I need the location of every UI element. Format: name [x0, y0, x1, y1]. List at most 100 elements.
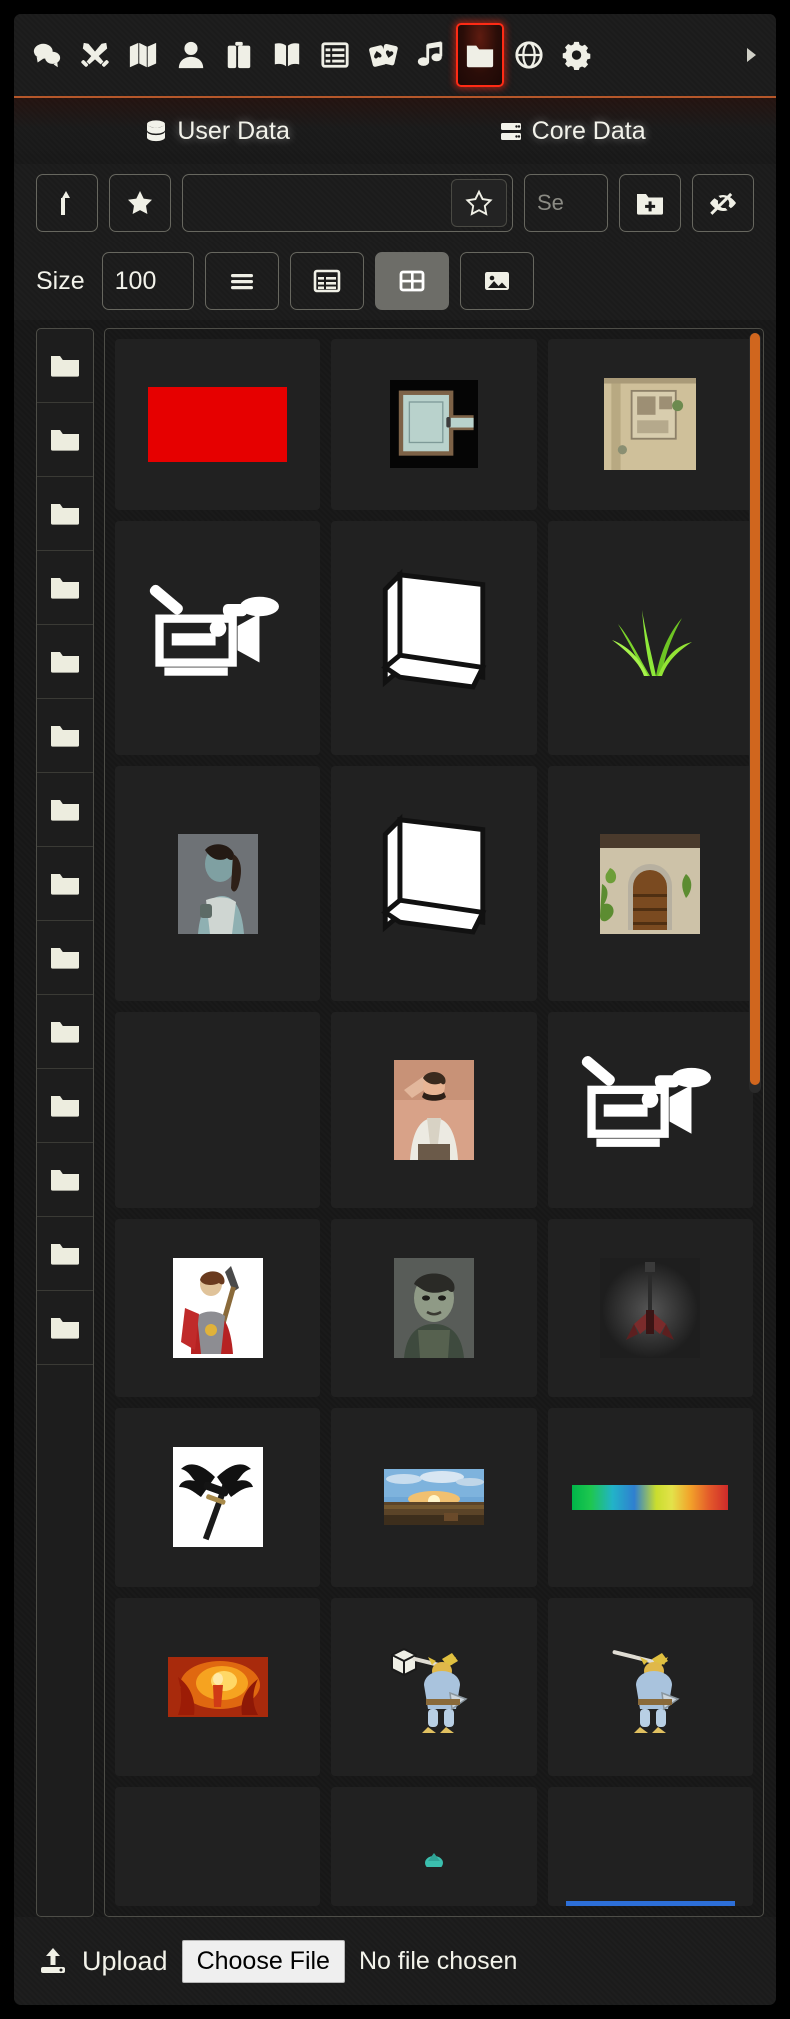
toggle-privacy-button[interactable] [692, 174, 754, 232]
knight-thumbnail [172, 1257, 263, 1358]
view-mode-list-button[interactable] [204, 252, 279, 310]
module-combat-icon[interactable] [72, 24, 118, 86]
module-cards-icon[interactable] [360, 24, 406, 86]
list-item[interactable] [37, 477, 93, 551]
source-tabs: User Data Core Data [14, 98, 776, 164]
view-mode-tiles-button[interactable] [374, 252, 449, 310]
database-icon [144, 119, 168, 143]
list-item[interactable] [37, 625, 93, 699]
list-item[interactable] [37, 1217, 93, 1291]
tile-color-gradient[interactable] [547, 1408, 753, 1587]
tile-town-map[interactable] [547, 339, 753, 510]
module-items-icon[interactable] [216, 24, 262, 86]
tile-row-partial-3[interactable] [547, 1787, 753, 1906]
tile-grass-tuft[interactable] [547, 520, 753, 756]
size-input[interactable] [101, 252, 194, 310]
list-item[interactable] [37, 995, 93, 1069]
add-favorite-button[interactable] [451, 179, 507, 227]
tile-fire-mage[interactable] [115, 1597, 321, 1777]
favorites-bar[interactable] [182, 174, 513, 232]
tile-row-partial-1[interactable] [115, 1787, 321, 1906]
parent-directory-button[interactable] [36, 174, 98, 232]
directory-list[interactable] [36, 328, 94, 1917]
file-grid-scrollbar[interactable] [749, 333, 761, 1093]
list-item[interactable] [37, 773, 93, 847]
choose-file-button[interactable]: Choose File [181, 1939, 345, 1983]
module-journal-icon[interactable] [264, 24, 310, 86]
tile-kobold-token-1[interactable] [331, 1597, 537, 1777]
tile-guitar[interactable] [547, 1218, 753, 1398]
module-globe-icon[interactable] [506, 24, 552, 86]
tile-book-placeholder-1[interactable] [331, 520, 537, 756]
half-orc-portrait-thumbnail [177, 833, 258, 934]
tile-knight-token[interactable] [115, 1218, 321, 1398]
search-input[interactable] [524, 174, 608, 232]
kobold-thumbnail [612, 1650, 680, 1734]
file-grid-scrollbar-thumb[interactable] [750, 333, 760, 1085]
human-portrait-thumbnail [393, 1059, 474, 1160]
folder-icon [51, 429, 79, 451]
arrow-up-icon [61, 191, 70, 215]
list-item[interactable] [37, 699, 93, 773]
new-folder-button[interactable] [619, 174, 681, 232]
file-status-label: No file chosen [358, 1946, 518, 1975]
grid-icon [399, 270, 425, 292]
list-item[interactable] [37, 329, 93, 403]
tile-kobold-token-2[interactable] [547, 1597, 753, 1777]
tile-orc-face-portrait[interactable] [331, 1218, 537, 1398]
module-scenes-icon[interactable] [120, 24, 166, 86]
browser-toolbar [14, 164, 776, 242]
view-mode-details-button[interactable] [289, 252, 364, 310]
module-gears-icon[interactable] [554, 24, 600, 86]
tile-video-placeholder-1[interactable] [115, 520, 321, 756]
server-icon [499, 119, 523, 143]
folder-icon [51, 947, 79, 969]
guitar-thumbnail [600, 1257, 701, 1358]
folder-icon [51, 1243, 79, 1265]
file-grid [105, 329, 763, 1916]
tile-red-swatch[interactable] [115, 339, 321, 510]
list-item[interactable] [37, 921, 93, 995]
folder-icon [51, 1169, 79, 1191]
list-item[interactable] [37, 1143, 93, 1217]
upload-bar: Upload Choose File No file chosen [14, 1917, 776, 2005]
module-more-arrow-icon[interactable] [736, 24, 766, 86]
view-mode-images-button[interactable] [459, 252, 534, 310]
folder-icon [51, 1021, 79, 1043]
tile-video-placeholder-2[interactable] [547, 1011, 753, 1208]
list-item[interactable] [37, 1069, 93, 1143]
module-folder-icon[interactable] [456, 23, 504, 87]
list-item[interactable] [37, 1291, 93, 1365]
star-outline-icon [465, 189, 493, 216]
folder-icon [51, 355, 79, 377]
tab-core-data[interactable]: Core Data [499, 117, 646, 146]
tile-row-partial-2[interactable] [331, 1787, 537, 1906]
fire-mage-thumbnail [167, 1657, 268, 1718]
black-axe-thumbnail [172, 1447, 263, 1548]
tile-black-axe[interactable] [115, 1408, 321, 1587]
tile-empty[interactable] [115, 1011, 321, 1208]
tile-half-orc-portrait[interactable] [115, 766, 321, 1001]
module-playlists-icon[interactable] [408, 24, 454, 86]
module-actors-icon[interactable] [168, 24, 214, 86]
stone-door-thumbnail [600, 833, 701, 934]
tile-human-portrait[interactable] [331, 1011, 537, 1208]
eye-slash-icon [710, 192, 736, 215]
list-item[interactable] [37, 847, 93, 921]
list-item[interactable] [37, 551, 93, 625]
module-tables-icon[interactable] [312, 24, 358, 86]
tab-user-data[interactable]: User Data [144, 117, 290, 146]
module-chat-icon[interactable] [24, 24, 70, 86]
tile-sunset-panorama[interactable] [331, 1408, 537, 1587]
tab-user-data-label: User Data [177, 116, 290, 145]
list-item[interactable] [37, 403, 93, 477]
tile-dungeon-map[interactable] [331, 339, 537, 510]
color-gradient-thumbnail [572, 1484, 729, 1510]
folder-icon [51, 503, 79, 525]
tile-stone-door[interactable] [547, 766, 753, 1001]
image-icon [484, 272, 509, 290]
favorites-button[interactable] [109, 174, 171, 232]
town-map-thumbnail [604, 378, 697, 471]
tile-book-placeholder-2[interactable] [331, 766, 537, 1001]
folder-icon [51, 651, 79, 673]
